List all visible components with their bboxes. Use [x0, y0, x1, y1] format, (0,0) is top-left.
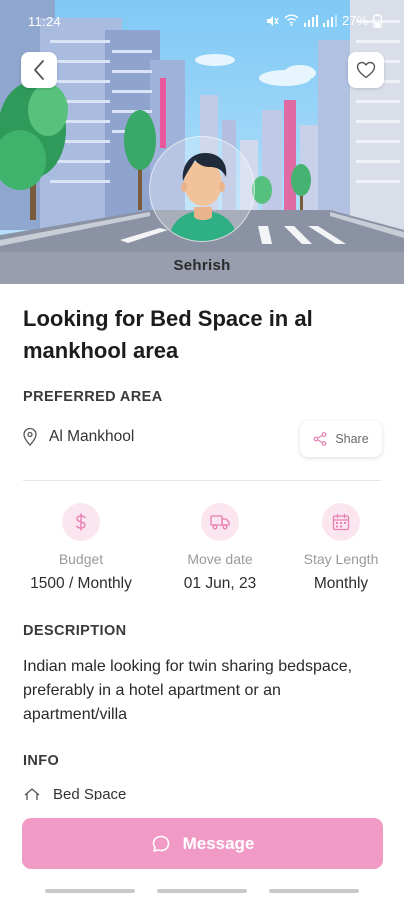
signal-icon [303, 14, 318, 27]
preferred-area-heading: PREFERRED AREA [23, 389, 163, 405]
signal-icon-2 [322, 14, 337, 27]
owner-avatar [149, 136, 255, 242]
dollar-icon [62, 503, 100, 541]
description-text: Indian male looking for twin sharing bed… [23, 658, 353, 723]
description-heading: DESCRIPTION [23, 623, 127, 639]
message-label: Message [182, 833, 255, 853]
nav-handle-center [157, 889, 247, 893]
nav-handle-right [269, 889, 359, 893]
listing-stats: Budget 1500 / Monthly Move date 01 Jun, … [0, 503, 404, 603]
calendar-icon [322, 503, 360, 541]
stat-label: Stay Length [303, 551, 379, 567]
owner-name: Sehrish [173, 257, 231, 274]
status-bar: 11:24 27% [0, 0, 404, 40]
location-row: Al Mankhool [23, 428, 134, 446]
battery-percent: 27% [341, 13, 368, 28]
nav-handle-left [45, 889, 135, 893]
truck-icon [201, 503, 239, 541]
share-label: Share [335, 432, 369, 446]
back-button[interactable] [21, 52, 57, 88]
chevron-left-icon [34, 60, 44, 80]
gesture-nav-bar [0, 889, 404, 895]
stat-value: Monthly [313, 575, 369, 592]
bottom-action-bar: Message [0, 800, 404, 900]
info-heading: INFO [23, 753, 60, 769]
mute-icon [266, 15, 279, 26]
chat-bubble-icon [152, 835, 169, 852]
stat-budget: Budget 1500 / Monthly [16, 503, 146, 593]
stat-value: 1500 / Monthly [30, 575, 132, 592]
stat-label: Budget [58, 551, 104, 567]
hero-banner: 11:24 27% Sehrish [0, 0, 404, 284]
wifi-icon [284, 14, 299, 26]
stat-value: 01 Jun, 23 [183, 575, 257, 592]
stat-move-date: Move date 01 Jun, 23 [155, 503, 285, 593]
stat-stay-length: Stay Length Monthly [276, 503, 404, 593]
status-icons: 27% [265, 13, 382, 28]
stat-label: Move date [187, 551, 253, 567]
location-text: Al Mankhool [49, 428, 135, 445]
listing-title: Looking for Bed Space in al mankhool are… [23, 306, 313, 363]
share-button[interactable]: Share [300, 421, 382, 457]
person-avatar-illustration [168, 153, 238, 241]
section-divider [23, 480, 381, 481]
message-button[interactable]: Message [22, 818, 383, 869]
location-pin-icon [23, 428, 37, 446]
share-icon [313, 432, 327, 446]
heart-icon [356, 61, 376, 79]
favorite-button[interactable] [348, 52, 384, 88]
status-time: 11:24 [28, 14, 62, 29]
battery-icon [373, 13, 382, 28]
